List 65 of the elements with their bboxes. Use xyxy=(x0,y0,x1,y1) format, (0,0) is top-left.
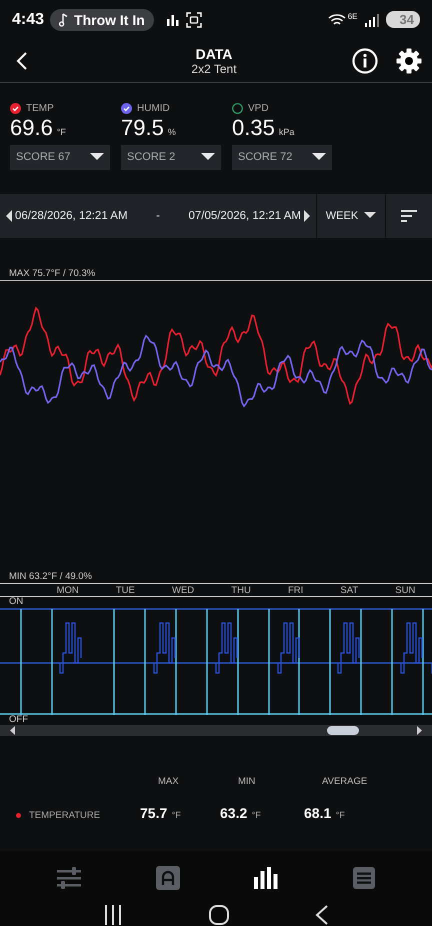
on-label: ON xyxy=(8,597,24,608)
clock: 4:43 xyxy=(12,10,44,29)
table-cell-text: 63.2 °F xyxy=(220,805,262,824)
caret-icon xyxy=(364,212,376,220)
metric-label: HUMID xyxy=(137,102,170,114)
score-dropdown[interactable]: SCORE 2 xyxy=(121,144,221,170)
settings-icon[interactable] xyxy=(396,48,422,74)
back-icon[interactable] xyxy=(315,904,330,926)
scroll-left-icon[interactable] xyxy=(10,726,15,736)
day-label: WED xyxy=(172,584,194,596)
metric-label: VPD xyxy=(248,102,269,114)
metric-value: 69.6 xyxy=(10,114,53,141)
score-dropdown[interactable]: SCORE 72 xyxy=(232,144,332,170)
checkbox[interactable] xyxy=(232,102,243,114)
battery-indicator: 34 xyxy=(386,11,420,28)
off-label: OFF xyxy=(8,715,29,726)
checkbox[interactable] xyxy=(121,102,132,114)
row-label: TEMPERATURE xyxy=(29,810,100,822)
signal-icon xyxy=(364,12,380,27)
day-label: SUN xyxy=(395,584,416,596)
day-label: FRI xyxy=(288,584,304,596)
metric-value: 0.35 xyxy=(232,114,275,141)
unit-label: °F xyxy=(56,126,66,137)
period-dropdown[interactable]: WEEK xyxy=(317,194,386,238)
page-subtitle: 2x2 Tent xyxy=(191,62,237,76)
min-label: MIN 63.2°F / 49.0% xyxy=(8,571,93,584)
recent-apps-icon[interactable] xyxy=(102,904,123,926)
unit-label: % xyxy=(168,126,176,137)
list-tab[interactable] xyxy=(352,866,375,889)
day-label: SAT xyxy=(340,584,358,596)
home-icon[interactable] xyxy=(208,904,230,926)
table-cell-text: 68.1 °F xyxy=(304,805,346,824)
max-label: MAX 75.7°F / 70.3% xyxy=(8,268,96,280)
screenshot-icon xyxy=(186,12,202,28)
page-title: DATA xyxy=(196,46,232,62)
previous-arrow-icon[interactable] xyxy=(6,210,12,222)
day-label: THU xyxy=(231,584,251,596)
media-chip[interactable]: Throw It In xyxy=(50,8,154,31)
unit-label: kPa xyxy=(278,126,294,137)
table-cell-text: 75.7 °F xyxy=(140,805,182,824)
checkbox[interactable] xyxy=(10,102,21,114)
scroll-right-icon[interactable] xyxy=(417,726,422,736)
day-label: MON xyxy=(56,584,79,596)
sliders-tab[interactable] xyxy=(57,866,82,889)
wifi-icon xyxy=(328,12,348,27)
next-arrow-icon[interactable] xyxy=(304,210,310,222)
scroll-thumb[interactable] xyxy=(327,726,359,736)
date-range-selector[interactable]: 06/28/2026, 12:21 AM - 07/05/2026, 12:21 AM xyxy=(0,194,317,238)
metric-value: 79.5 xyxy=(121,114,164,141)
score-dropdown[interactable]: SCORE 67 xyxy=(10,144,110,170)
column-header: MIN xyxy=(237,776,256,788)
info-icon[interactable] xyxy=(352,48,378,74)
auto-tab[interactable] xyxy=(156,866,180,890)
caret-icon xyxy=(90,153,104,162)
chart-tab[interactable] xyxy=(254,866,278,889)
music-note-icon xyxy=(59,12,70,27)
column-header: MAX xyxy=(157,776,180,788)
network-label: 6E xyxy=(348,12,358,21)
metric-label: TEMP xyxy=(26,102,54,114)
day-label: TUE xyxy=(116,584,135,596)
sort-icon xyxy=(401,210,417,222)
caret-icon xyxy=(201,153,215,162)
caret-icon xyxy=(312,153,326,162)
bars-icon xyxy=(166,14,180,26)
column-header: AVERAGE xyxy=(321,776,368,788)
